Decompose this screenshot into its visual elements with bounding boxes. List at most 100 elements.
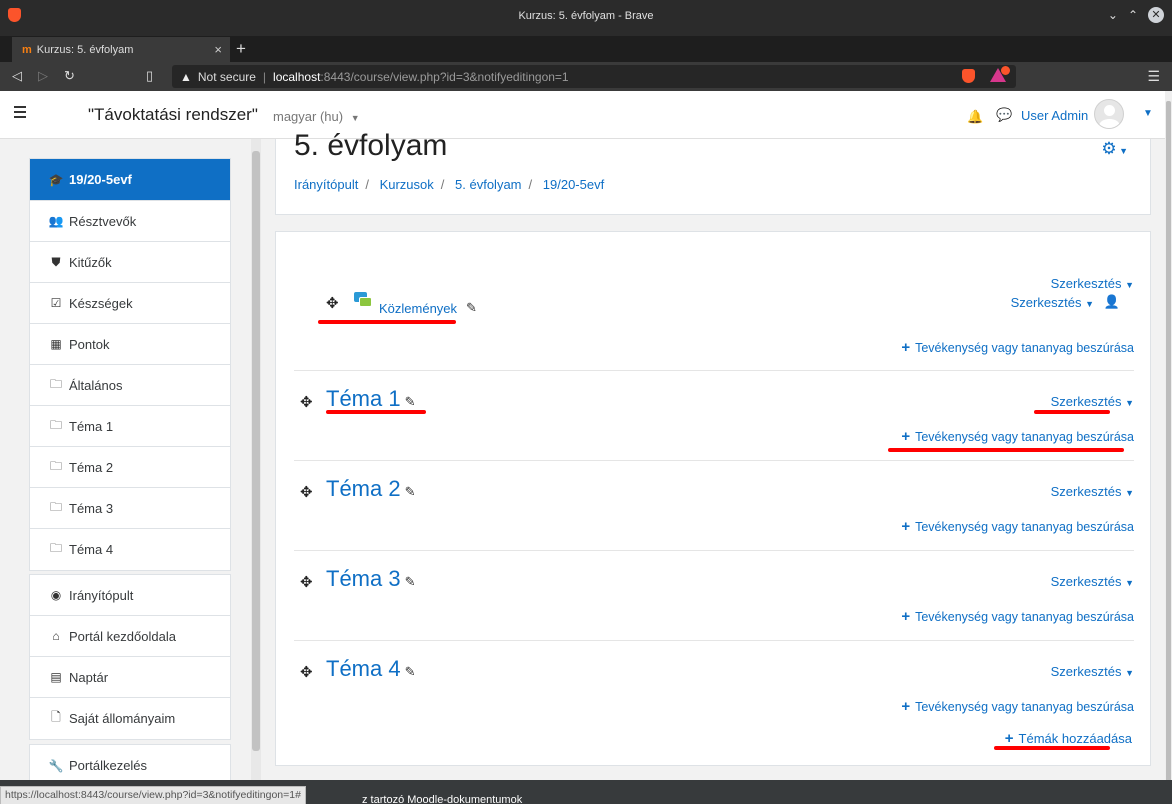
- sidebar-item[interactable]: ▦ Pontok: [30, 324, 230, 365]
- footer-docs-link[interactable]: z tartozó Moodle-dokumentumok: [362, 794, 522, 804]
- sidebar-item[interactable]: 🗀 Téma 1: [30, 406, 230, 447]
- maximize-icon[interactable]: ⌃: [1128, 8, 1138, 22]
- breadcrumb: Irányítópult / Kurzusok/ 5. évfolyam/ 19/…: [294, 177, 605, 192]
- sidebar-item-label: Portál kezdőoldala: [69, 628, 176, 644]
- sidebar-item[interactable]: 👥 Résztvevők: [30, 201, 230, 242]
- folder-icon: 🗀: [49, 541, 62, 555]
- section-edit-menu[interactable]: Szerkesztés ▼: [1051, 276, 1134, 291]
- sidebar-item[interactable]: 🗀 Általános: [30, 365, 230, 406]
- url-divider: |: [262, 69, 267, 84]
- moodle-navbar: "Távoktatási rendszer" magyar (hu) ▼ 🔔 💬…: [0, 91, 1165, 139]
- brave-shields-icon[interactable]: [962, 69, 975, 83]
- move-icon[interactable]: ✥: [326, 294, 339, 312]
- messages-icon[interactable]: 💬: [996, 107, 1012, 123]
- pencil-icon[interactable]: ✎: [405, 484, 416, 499]
- tab-close-icon[interactable]: ×: [214, 42, 222, 57]
- breadcrumb-category[interactable]: 5. évfolyam: [455, 177, 521, 192]
- page-scrollbar[interactable]: [1165, 91, 1172, 804]
- section-edit-menu[interactable]: Szerkesztés ▼: [1051, 664, 1134, 679]
- breadcrumb-courses[interactable]: Kurzusok: [380, 177, 434, 192]
- activity-link-kozlemenyek[interactable]: Közlemények: [379, 301, 457, 316]
- browser-tab[interactable]: m Kurzus: 5. évfolyam ×: [12, 37, 230, 62]
- section-edit-menu[interactable]: Szerkesztés ▼: [1051, 484, 1134, 499]
- url-host: localhost: [273, 69, 321, 84]
- file-icon: 🗋: [51, 710, 61, 724]
- user-menu-chevron-icon[interactable]: ▼: [1143, 108, 1153, 119]
- sidebar-item[interactable]: ⛊ Kitűzők: [30, 242, 230, 283]
- edit-label: Szerkesztés: [1050, 664, 1122, 679]
- minimize-icon[interactable]: ⌄: [1108, 8, 1118, 22]
- move-icon[interactable]: ✥: [300, 483, 313, 501]
- user-name[interactable]: User Admin: [1021, 108, 1088, 123]
- section-title[interactable]: Téma 4 ✎: [326, 656, 416, 682]
- sidebar-item[interactable]: 🗀 Téma 3: [30, 488, 230, 529]
- move-icon[interactable]: ✥: [300, 573, 313, 591]
- pencil-icon[interactable]: ✎: [405, 664, 416, 679]
- add-label: Tevékenység vagy tananyag beszúrása: [915, 520, 1134, 534]
- section-title[interactable]: Téma 1 ✎: [326, 386, 416, 412]
- window-title: Kurzus: 5. évfolyam - Brave: [518, 10, 654, 22]
- sidebar-item-label: Általános: [69, 377, 123, 393]
- sidebar-item-label: Téma 4: [69, 542, 114, 557]
- drawer-scrollbar[interactable]: [251, 139, 261, 780]
- sidebar-item[interactable]: ☑ Készségek: [30, 283, 230, 324]
- browser-menu-icon[interactable]: ☰: [1147, 68, 1160, 85]
- dashboard-icon: ◉: [50, 588, 62, 602]
- reload-icon[interactable]: ↻: [64, 68, 75, 84]
- sidebar-item-label: Téma 1: [69, 418, 114, 434]
- add-activity-button[interactable]: + Tevékenység vagy tananyag beszúrása: [901, 608, 1134, 625]
- site-name[interactable]: "Távoktatási rendszer": [88, 105, 258, 125]
- page-title: 5. évfolyam: [294, 129, 448, 162]
- section-title[interactable]: Téma 2 ✎: [326, 476, 416, 502]
- avatar[interactable]: [1094, 99, 1124, 129]
- breadcrumb-course[interactable]: 19/20-5evf: [543, 177, 604, 192]
- forward-icon[interactable]: ▷: [38, 68, 48, 84]
- sidebar-item[interactable]: ⌂ Portál kezdőoldala: [30, 616, 230, 657]
- moodle-favicon-icon: m: [22, 43, 32, 56]
- course-content: Szerkesztés ▼ ✥ Közlemények ✎ Szerkeszté…: [275, 231, 1151, 766]
- add-activity-button[interactable]: + Tevékenység vagy tananyag beszúrása: [901, 698, 1134, 715]
- add-activity-button[interactable]: + Tevékenység vagy tananyag beszúrása: [901, 428, 1134, 445]
- sidebar-item[interactable]: 🗀 Téma 2: [30, 447, 230, 488]
- section-title[interactable]: Téma 3 ✎: [326, 566, 416, 592]
- sidebar-item-label: Pontok: [69, 336, 110, 352]
- section-edit-menu[interactable]: Szerkesztés ▼: [1051, 394, 1134, 409]
- nav-group-course: 🎓 19/20-5evf 👥 Résztvevők ⛊ Kitűzők ☑ Készségek…: [29, 158, 231, 571]
- add-activity-button[interactable]: + Tevékenység vagy tananyag beszúrása: [901, 518, 1134, 535]
- section-edit-menu[interactable]: Szerkesztés ▼: [1051, 574, 1134, 589]
- add-label: Tevékenység vagy tananyag beszúrása: [915, 700, 1134, 714]
- add-sections-button[interactable]: + Témák hozzáadása: [1005, 730, 1132, 747]
- sidebar-item[interactable]: 🔧 Portálkezelés: [30, 745, 230, 780]
- section-topic: ✥ Téma 2 ✎ Szerkesztés ▼ + Tevékenység vagy t…: [294, 461, 1134, 551]
- bell-icon[interactable]: 🔔: [967, 109, 983, 125]
- sidebar-item-label: Portálkezelés: [69, 758, 148, 773]
- edit-label: Szerkesztés: [1050, 276, 1122, 291]
- sidebar-item-label: Téma 2: [69, 459, 114, 475]
- sidebar-item[interactable]: ▤ Naptár: [30, 657, 230, 698]
- new-tab-button[interactable]: +: [236, 39, 246, 59]
- url-bar[interactable]: ▲ Not secure | localhost :8443/course/vi…: [172, 65, 1016, 88]
- back-icon[interactable]: ◁: [12, 68, 22, 84]
- sidebar-item[interactable]: 🎓 19/20-5evf: [30, 159, 230, 201]
- annotation-underline: [326, 410, 426, 414]
- pencil-icon[interactable]: ✎: [405, 394, 416, 409]
- pencil-icon[interactable]: ✎: [466, 300, 477, 316]
- section-title-text: Téma 3: [326, 566, 401, 591]
- warning-icon: ▲: [180, 69, 192, 84]
- breadcrumb-dashboard[interactable]: Irányítópult: [294, 177, 358, 192]
- gear-icon[interactable]: ⚙ ▼: [1101, 139, 1128, 159]
- drawer-toggle-icon[interactable]: [14, 106, 26, 118]
- bookmark-icon[interactable]: ▯: [146, 68, 153, 84]
- close-window-icon[interactable]: ✕: [1148, 7, 1164, 23]
- language-menu[interactable]: magyar (hu) ▼: [273, 109, 360, 124]
- section-title-text: Téma 4: [326, 656, 401, 681]
- pencil-icon[interactable]: ✎: [405, 574, 416, 589]
- move-icon[interactable]: ✥: [300, 663, 313, 681]
- sidebar-item[interactable]: 🗋 Saját állományaim: [30, 698, 230, 739]
- user-icon[interactable]: 👤: [1104, 294, 1120, 310]
- sidebar-item[interactable]: ◉ Irányítópult: [30, 575, 230, 616]
- move-icon[interactable]: ✥: [300, 393, 313, 411]
- add-activity-button[interactable]: + Tevékenység vagy tananyag beszúrása: [901, 339, 1134, 356]
- activity-edit-menu[interactable]: Szerkesztés ▼: [1011, 295, 1094, 310]
- sidebar-item[interactable]: 🗀 Téma 4: [30, 529, 230, 570]
